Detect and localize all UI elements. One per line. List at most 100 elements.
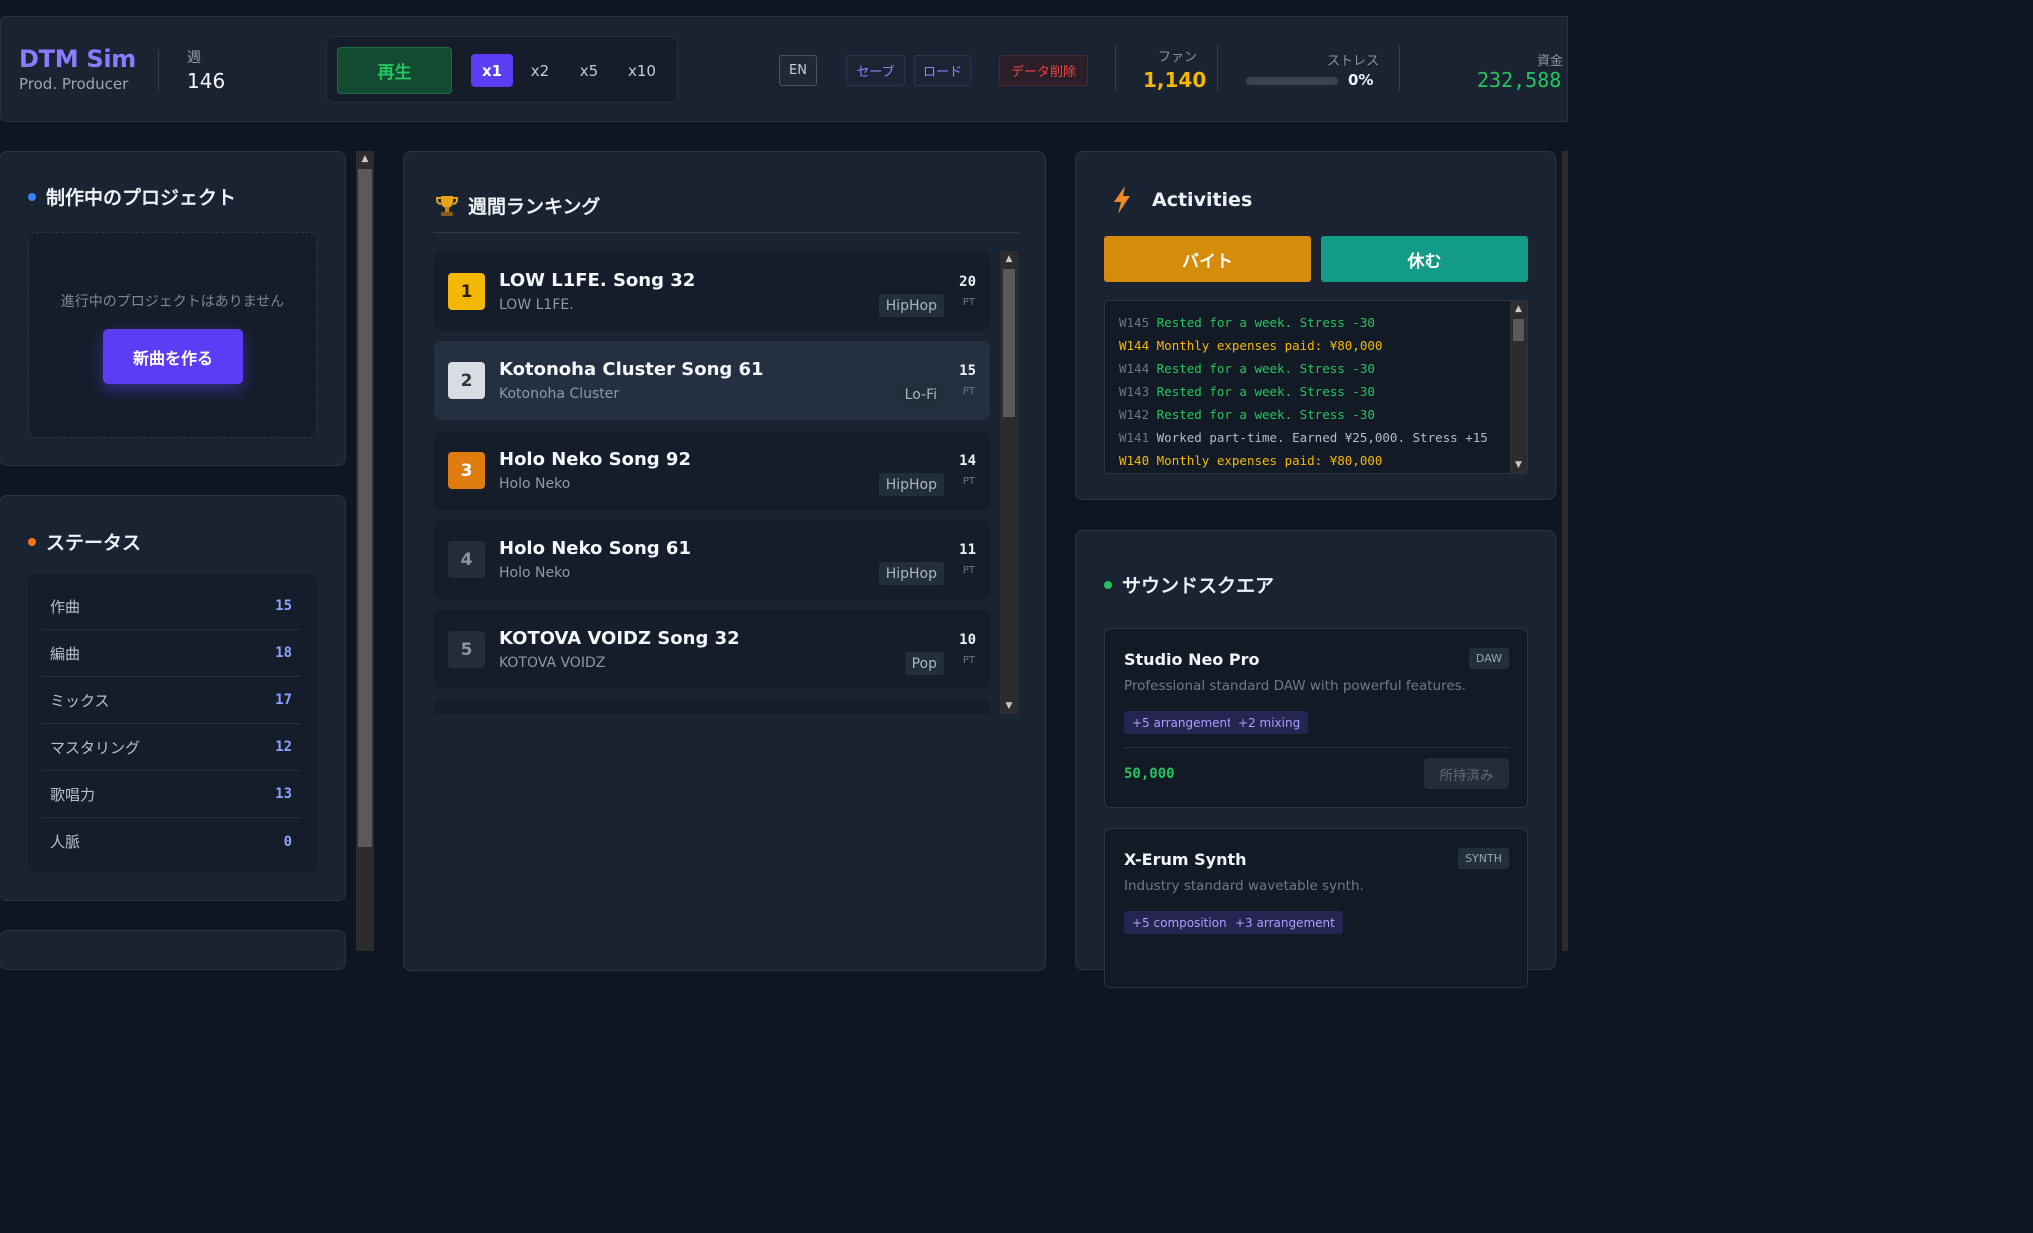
scroll-up-icon[interactable]: ▲ [1510,304,1527,314]
card-divider [1124,747,1510,748]
status-value: 17 [275,692,292,708]
log-text: Rested for a week. Stress -30 [1156,315,1375,330]
blue-dot-icon [28,192,36,201]
log-entry: W141 Worked part-time. Earned ¥25,000. S… [1119,430,1488,445]
song-title: Holo Neko Song 92 [499,449,691,470]
speed-x5-button[interactable]: x5 [568,54,610,87]
genre-badge: Pop [904,652,944,675]
status-panel: ステータス 作曲 15 編曲 18 ミックス 17 マスタリング 12 歌唱力 … [0,495,346,901]
item-bonus-tag: +2 mixing [1230,711,1309,734]
log-scrollbar[interactable]: ▲ ▼ [1510,301,1527,473]
status-value: 12 [275,739,292,755]
scroll-thumb[interactable] [1003,269,1015,417]
page-scrollbar[interactable] [1562,151,1568,951]
fans-value: 1,140 [1143,68,1207,92]
scroll-up-icon[interactable]: ▲ [356,154,374,164]
week-counter: 週 146 [187,47,225,93]
log-entry: W144 Rested for a week. Stress -30 [1119,361,1375,376]
ranking-item[interactable] [434,700,990,714]
ranking-list: 1 LOW L1FE. Song 32 LOW L1FE. HipHop 20 … [434,252,991,714]
projects-title-wrap: 制作中のプロジェクト [28,183,236,210]
part-time-button[interactable]: バイト [1104,236,1311,282]
rank-badge: 5 [448,631,485,668]
status-title: ステータス [46,532,142,554]
status-row-arrangement: 編曲 18 [42,630,300,677]
save-button[interactable]: セーブ [846,55,905,86]
lower-panel [0,930,346,970]
song-title: KOTOVA VOIDZ Song 32 [499,628,740,649]
scroll-thumb[interactable] [358,169,372,847]
item-description: Industry standard wavetable synth. [1124,878,1364,894]
song-points: 11 [959,542,976,558]
ranking-item[interactable]: 5 KOTOVA VOIDZ Song 32 KOTOVA VOIDZ Pop … [434,610,990,689]
speed-x10-button[interactable]: x10 [621,54,663,87]
log-text: Rested for a week. Stress -30 [1156,361,1375,376]
rank-badge: 4 [448,541,485,578]
log-week: W141 [1119,430,1150,445]
song-points: 10 [959,632,976,648]
song-artist: Kotonoha Cluster [499,386,620,402]
points-unit: PT [962,655,975,666]
empty-projects-text: 進行中のプロジェクトはありません [60,294,285,310]
money-value: 232,588 [1477,68,1562,92]
song-artist: Holo Neko [499,565,571,581]
load-button[interactable]: ロード [914,55,971,86]
scroll-down-icon[interactable]: ▼ [1510,460,1527,470]
status-row-mixing: ミックス 17 [42,677,300,724]
scroll-up-icon[interactable]: ▲ [1000,254,1018,264]
stress-bar [1246,77,1338,85]
week-value: 146 [187,69,226,93]
points-unit: PT [962,386,975,397]
divider [1399,45,1400,91]
song-artist: Holo Neko [499,476,571,492]
genre-badge: HipHop [878,562,944,585]
week-label: 週 [187,50,201,66]
play-button[interactable]: 再生 [337,47,452,94]
brand: DTM Sim Prod. Producer [19,45,136,93]
log-week: W145 [1119,315,1150,330]
scroll-down-icon[interactable]: ▼ [1000,701,1018,711]
item-type-badge: SYNTH [1458,848,1509,869]
log-week: W144 [1119,338,1150,353]
fans-label: ファン [1158,50,1198,65]
log-entry: W143 Rested for a week. Stress -30 [1119,384,1375,399]
ranking-item[interactable]: 3 Holo Neko Song 92 Holo Neko HipHop 14 … [434,431,990,510]
status-row-mastering: マスタリング 12 [42,724,300,771]
orange-dot-icon [28,537,36,546]
log-week: W142 [1119,407,1150,422]
log-text: Monthly expenses paid: ¥80,000 [1156,453,1383,468]
song-points: 20 [959,274,976,290]
status-row-network: 人脈 0 [42,818,300,865]
language-button[interactable]: EN [779,55,817,86]
projects-panel: 制作中のプロジェクト 進行中のプロジェクトはありません 新曲を作る [0,151,346,466]
ranking-item[interactable]: 1 LOW L1FE. Song 32 LOW L1FE. HipHop 20 … [434,252,990,331]
ranking-item[interactable]: 2 Kotonoha Cluster Song 61 Kotonoha Clus… [434,341,990,420]
log-entry: W144 Monthly expenses paid: ¥80,000 [1119,338,1382,353]
log-week: W144 [1119,361,1150,376]
item-bonus-tag: +3 arrangement [1227,911,1343,934]
divider [1217,45,1218,91]
ranking-item[interactable]: 4 Holo Neko Song 61 Holo Neko HipHop 11 … [434,520,990,599]
speed-x2-button[interactable]: x2 [519,54,561,87]
status-name: 作曲 [50,597,81,616]
delete-data-button[interactable]: データ削除 [999,55,1088,86]
scroll-thumb[interactable] [1513,319,1524,341]
song-title: Kotonoha Cluster Song 61 [499,359,764,380]
rest-button[interactable]: 休む [1321,236,1528,282]
status-name: 歌唱力 [50,785,96,804]
activities-title: Activities [1152,189,1253,211]
speed-x1-button[interactable]: x1 [471,54,513,87]
item-type-badge: DAW [1468,648,1509,669]
new-song-button[interactable]: 新曲を作る [103,329,243,384]
ranking-title: 週間ランキング [468,196,601,218]
song-artist: KOTOVA VOIDZ [499,655,606,671]
ranking-scrollbar[interactable]: ▲ ▼ [1000,251,1018,714]
status-title-wrap: ステータス [28,528,141,555]
shop-item-card: Studio Neo Pro DAW Professional standard… [1104,628,1528,808]
owned-button[interactable]: 所持済み [1424,758,1509,789]
status-name: マスタリング [50,738,141,757]
left-column-scrollbar[interactable]: ▲ [356,151,374,951]
genre-badge: HipHop [878,473,944,496]
item-name: X-Erum Synth [1124,850,1247,869]
status-value: 15 [275,598,292,614]
